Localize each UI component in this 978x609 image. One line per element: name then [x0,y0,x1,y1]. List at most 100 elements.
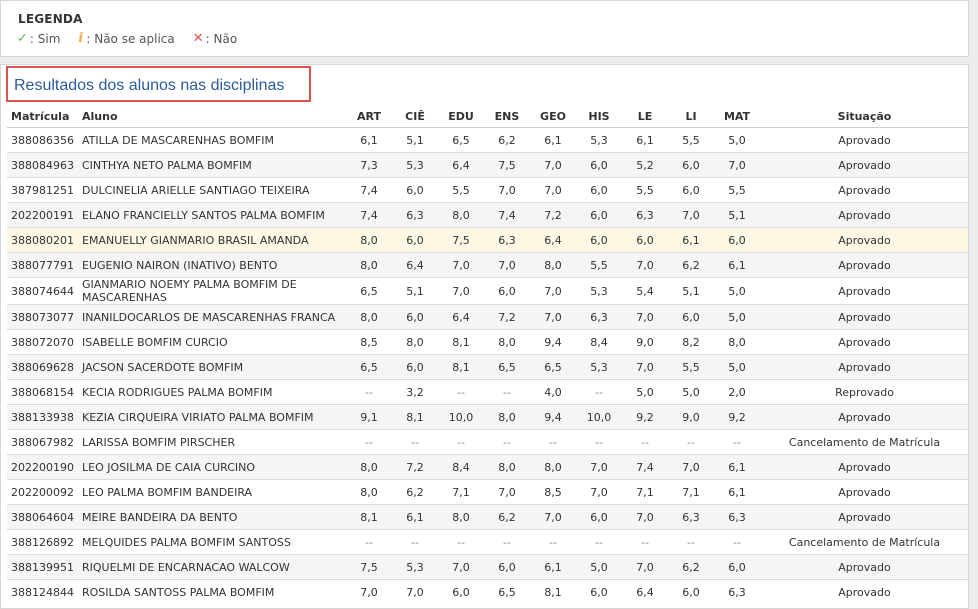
cell-geo: 7,0 [530,504,576,530]
table-body: 388086356 ATILLA DE MASCARENHAS BOMFIM 6,1… [7,127,968,604]
cell-li: 6,2 [668,554,714,580]
cell-cie: 8,1 [392,404,438,430]
cell-mat: -- [714,429,760,455]
cell-his: 6,0 [576,504,622,530]
cell-edu: 7,0 [438,252,484,278]
cell-art: 6,5 [346,277,392,305]
cell-situacao: Aprovado [760,504,968,530]
cell-cie: 6,0 [392,177,438,203]
cell-aluno: ELANO FRANCIELLY SANTOS PALMA BOMFIM [78,202,346,228]
table-row: 388068154 KECIA RODRIGUES PALMA BOMFIM -- 3… [7,379,968,405]
cell-cie: 6,0 [392,227,438,253]
cell-art: 8,0 [346,304,392,330]
cell-cie: 6,0 [392,354,438,380]
cell-his: 7,0 [576,479,622,505]
legend-items: ✓ : Sim i : Não se aplica ✕ : Não [17,31,255,46]
cell-ens: 6,0 [484,277,530,305]
cell-cie: 6,2 [392,479,438,505]
cell-edu: -- [438,529,484,555]
table-row: 388073077 INANILDOCARLOS DE MASCARENHAS F… [7,304,968,330]
cell-edu: -- [438,429,484,455]
cell-li: 7,0 [668,202,714,228]
cell-matricula: 202200191 [7,202,78,228]
cell-matricula: 202200190 [7,454,78,480]
cell-aluno: MEIRE BANDEIRA DA BENTO [78,504,346,530]
cell-geo: 9,4 [530,404,576,430]
cell-aluno: KECIA RODRIGUES PALMA BOMFIM [78,379,346,405]
cell-geo: 7,0 [530,177,576,203]
cell-geo: 8,5 [530,479,576,505]
cell-geo: 8,0 [530,252,576,278]
cell-situacao: Aprovado [760,127,968,153]
section-title: Resultados dos alunos nas disciplinas [6,66,311,102]
cell-geo: -- [530,429,576,455]
cell-li: 7,0 [668,454,714,480]
cell-mat: 6,1 [714,252,760,278]
cell-cie: 8,0 [392,329,438,355]
cell-his: 5,5 [576,252,622,278]
cell-matricula: 388086356 [7,127,78,153]
cell-li: 6,3 [668,504,714,530]
check-icon: ✓ [17,31,28,46]
cell-ens: 7,4 [484,202,530,228]
cell-matricula: 388072070 [7,329,78,355]
cell-ens: 7,0 [484,252,530,278]
cell-matricula: 388124844 [7,579,78,604]
cell-matricula: 388126892 [7,529,78,555]
cell-aluno: DULCINELIA ARIELLE SANTIAGO TEIXEIRA [78,177,346,203]
cell-cie: 6,0 [392,304,438,330]
cell-situacao: Aprovado [760,277,968,305]
column-header-le: LE [622,105,668,128]
cell-le: 6,0 [622,227,668,253]
cell-li: 6,2 [668,252,714,278]
cell-edu: 7,5 [438,227,484,253]
cell-his: 8,4 [576,329,622,355]
legend-label-nao: : Não [205,31,238,46]
cell-li: 5,5 [668,127,714,153]
cell-cie: 3,2 [392,379,438,405]
cell-li: 7,1 [668,479,714,505]
cell-situacao: Aprovado [760,152,968,178]
cell-le: 9,2 [622,404,668,430]
cell-his: 6,3 [576,304,622,330]
cell-le: 7,0 [622,252,668,278]
cell-matricula: 388084963 [7,152,78,178]
cell-art: -- [346,529,392,555]
cell-mat: 6,1 [714,479,760,505]
cell-edu: 5,5 [438,177,484,203]
cell-ens: -- [484,429,530,455]
cell-le: 7,0 [622,304,668,330]
cell-art: 7,0 [346,579,392,604]
results-table: Matrícula Aluno ART CIÊ EDU ENS GEO HIS LE LI MAT S… [7,105,968,604]
cell-matricula: 388068154 [7,379,78,405]
cell-ens: 6,2 [484,504,530,530]
column-header-mat: MAT [714,105,760,128]
cell-edu: 6,5 [438,127,484,153]
cell-aluno: EUGENIO NAIRON (INATIVO) BENTO [78,252,346,278]
cell-cie: 6,1 [392,504,438,530]
cell-mat: 5,0 [714,127,760,153]
legend-label-nao-se-aplica: : Não se aplica [86,31,175,46]
legend-item-nao-se-aplica: i : Não se aplica [78,31,174,46]
cell-mat: 8,0 [714,329,760,355]
cell-le: 7,1 [622,479,668,505]
table-row: 388074644 GIANMARIO NOEMY PALMA BOMFIM DE… [7,277,968,305]
cell-mat: 9,2 [714,404,760,430]
cell-li: 6,0 [668,579,714,604]
cell-his: 5,3 [576,277,622,305]
cell-situacao: Cancelamento de Matrícula [760,429,968,455]
cell-situacao: Aprovado [760,177,968,203]
cell-geo: 7,2 [530,202,576,228]
table-row: 388067982 LARISSA BOMFIM PIRSCHER -- -- -- --… [7,429,968,455]
table-header-row: Matrícula Aluno ART CIÊ EDU ENS GEO HIS LE LI MAT S… [7,105,968,128]
cell-ens: -- [484,379,530,405]
cell-situacao: Aprovado [760,202,968,228]
table-row: 202200092 LEO PALMA BOMFIM BANDEIRA 8,0 6,2… [7,479,968,505]
table-row: 388064604 MEIRE BANDEIRA DA BENTO 8,1 6,1 8,… [7,504,968,530]
cell-le: 6,4 [622,579,668,604]
cell-his: 6,0 [576,177,622,203]
cell-art: 8,5 [346,329,392,355]
cell-cie: 5,1 [392,127,438,153]
cell-li: 6,0 [668,304,714,330]
cell-mat: 6,0 [714,227,760,253]
